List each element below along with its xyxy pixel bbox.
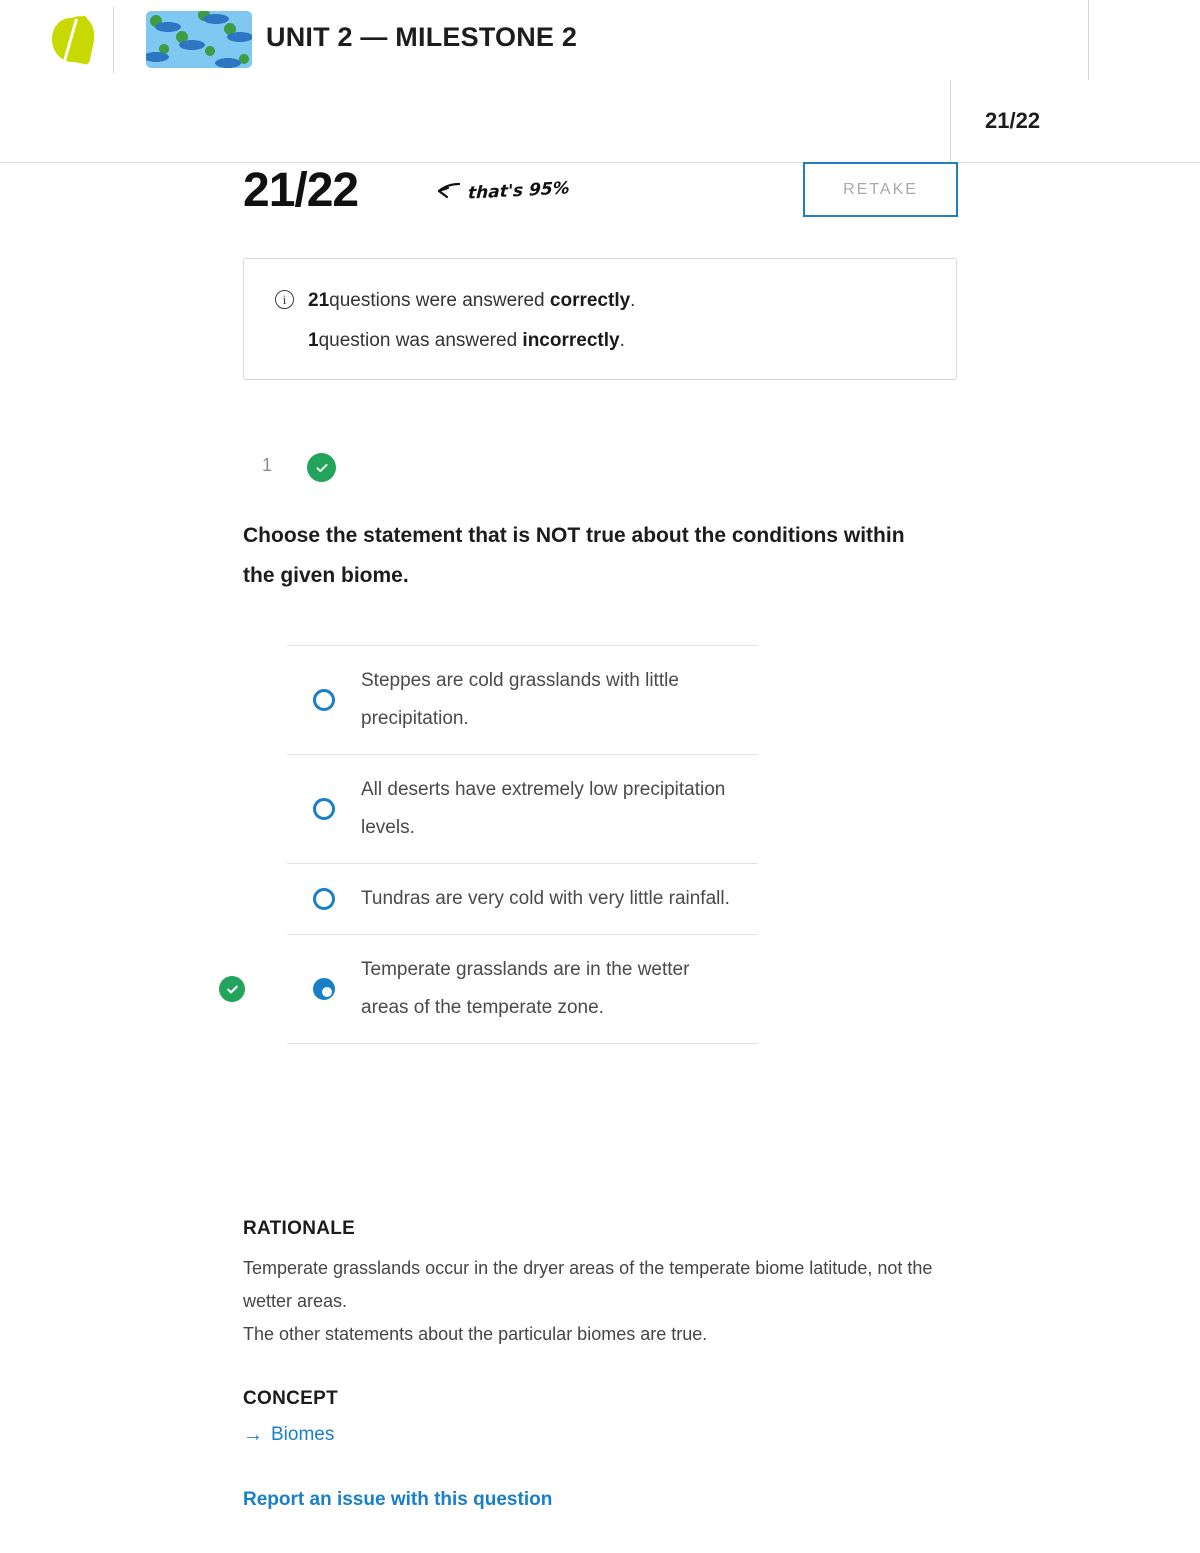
rationale-line: Temperate grasslands occur in the dryer … — [243, 1258, 933, 1311]
summary-incorrect-line: 1question was answered incorrectly. — [308, 330, 625, 352]
summary-incorrect-count: 1 — [308, 330, 319, 351]
answer-option-row[interactable]: Steppes are cold grasslands with little … — [287, 645, 758, 754]
summary-incorrect-end: . — [619, 330, 625, 351]
subheader-bottom-rule — [0, 162, 1200, 163]
question-number: 1 — [262, 455, 273, 475]
answer-option-label: Tundras are very cold with very little r… — [361, 888, 730, 909]
handwritten-arrow-icon — [437, 182, 461, 199]
summary-correct-line: 21questions were answered correctly. — [308, 290, 635, 312]
info-icon: i — [275, 290, 294, 309]
score-display: 21/22 — [243, 164, 359, 217]
answer-options-list: Steppes are cold grasslands with little … — [219, 645, 758, 1044]
answer-option-row[interactable]: All deserts have extremely low precipita… — [287, 754, 758, 863]
question-text: Choose the statement that is NOT true ab… — [243, 524, 905, 587]
summary-correct-mid: questions were answered — [329, 290, 550, 311]
retake-button[interactable]: RETAKE — [803, 162, 958, 217]
header-right-divider — [1088, 0, 1089, 80]
radio-button[interactable] — [313, 888, 335, 910]
handwritten-annotation: that's 95% — [433, 178, 571, 204]
rationale-body: Temperate grasslands occur in the dryer … — [243, 1252, 933, 1351]
answer-option-label: Steppes are cold grasslands with little … — [361, 670, 679, 729]
summary-correct-end: . — [630, 290, 636, 311]
answer-option-row[interactable]: Temperate grasslands are in the wetter a… — [219, 934, 758, 1044]
report-issue-link[interactable]: Report an issue with this question — [243, 1489, 552, 1511]
unit-thumbnail-icon — [146, 11, 252, 68]
sophia-logo[interactable] — [49, 12, 99, 68]
summary-correct-count: 21 — [308, 290, 330, 311]
arrow-right-icon: → — [243, 1424, 263, 1446]
summary-incorrect-word: incorrectly — [522, 330, 620, 351]
sub-header: 21/22 — [0, 80, 1200, 163]
rationale-heading: RATIONALE — [243, 1218, 356, 1239]
radio-button[interactable] — [313, 798, 335, 820]
answer-option-row[interactable]: Tundras are very cold with very little r… — [287, 863, 758, 934]
answer-option-label: All deserts have extremely low precipita… — [361, 779, 726, 838]
radio-button[interactable] — [313, 689, 335, 711]
logo-separator — [113, 7, 114, 73]
rationale-line: The other statements about the particula… — [243, 1324, 708, 1344]
summary-correct-word: correctly — [549, 290, 631, 311]
radio-button-selected[interactable] — [313, 978, 335, 1000]
annotation-text: that's 95% — [467, 178, 571, 204]
summary-incorrect-mid: question was answered — [318, 330, 523, 351]
results-summary-box: i 21questions were answered correctly. 1… — [243, 258, 957, 380]
answer-option-label: Temperate grasslands are in the wetter a… — [361, 959, 690, 1018]
correct-answer-check-icon — [219, 976, 245, 1002]
page-title: UNIT 2 — MILESTONE 2 — [266, 22, 578, 52]
concept-link-label: Biomes — [271, 1424, 335, 1445]
check-circle-icon — [307, 453, 336, 482]
concept-link[interactable]: → Biomes — [243, 1424, 334, 1446]
subheader-divider — [950, 80, 951, 163]
app-header: UNIT 2 — MILESTONE 2 — [0, 0, 1200, 80]
concept-heading: CONCEPT — [243, 1388, 338, 1409]
subheader-score: 21/22 — [985, 108, 1041, 133]
